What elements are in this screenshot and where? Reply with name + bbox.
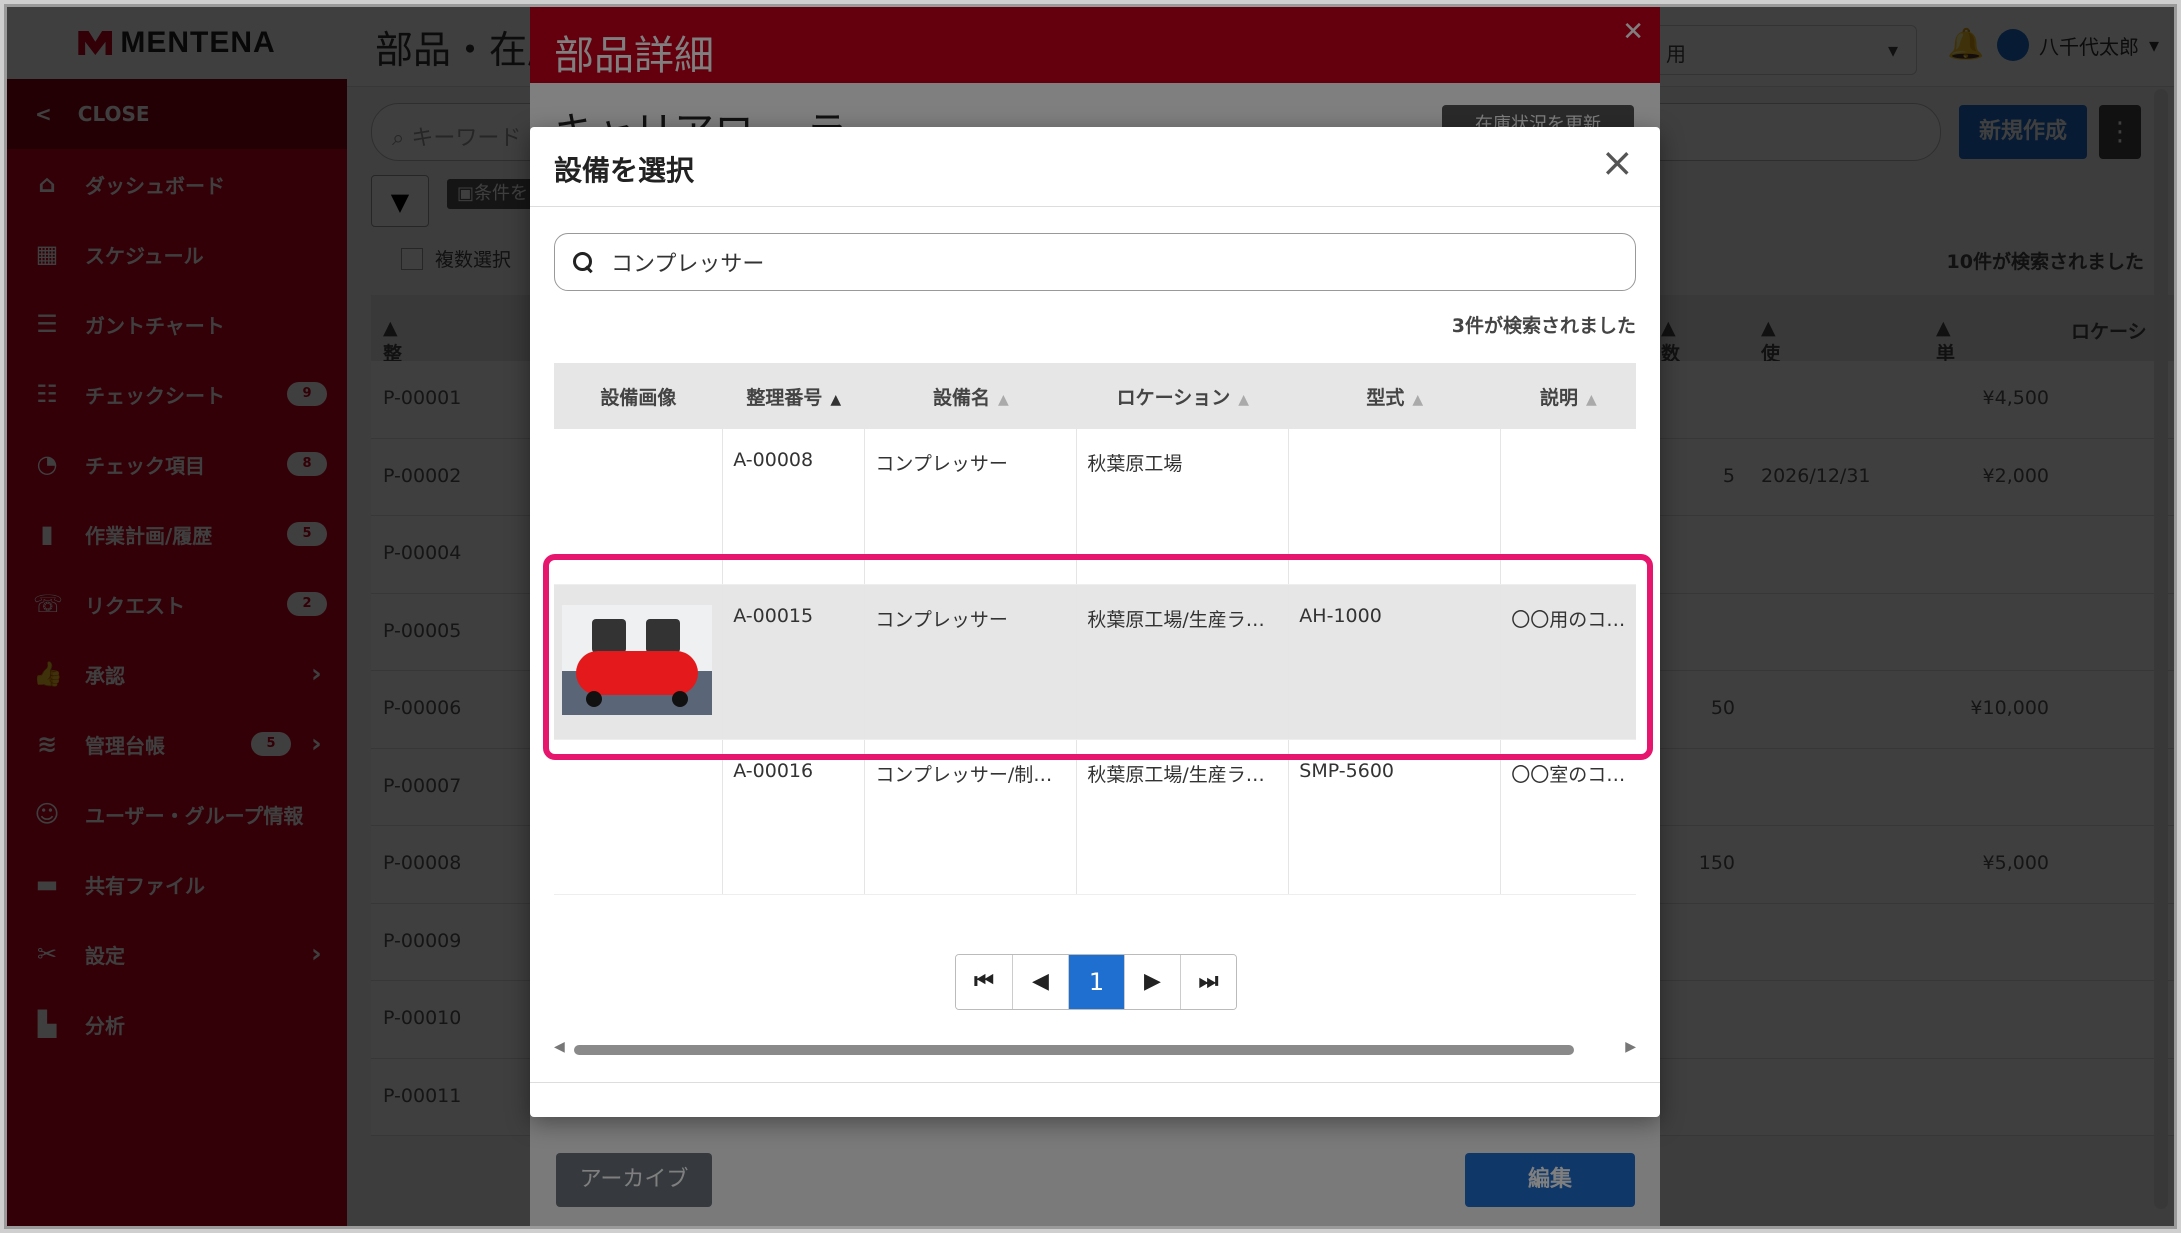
col-equipment-model[interactable]: 型式 ▲ [1288, 363, 1501, 429]
select-modal-title: 設備を選択 [554, 154, 695, 187]
current-page-button[interactable]: 1 [1068, 955, 1124, 1009]
select-result-count: 3件が検索されました [1451, 315, 1636, 337]
cell-image [554, 739, 723, 895]
equipment-search-field[interactable] [611, 249, 1511, 275]
equipment-row[interactable]: A-00016 コンプレッサー/制… 秋葉原工場/生産ラ… SMP-5600 〇〇室のコ… [554, 739, 1636, 895]
compressor-image [562, 604, 712, 715]
col-equipment-desc[interactable]: 説明 ▲ [1500, 363, 1636, 429]
cell-id: A-00008 [722, 429, 865, 585]
close-icon[interactable]: × [1600, 143, 1634, 183]
cell-desc: 〇〇用のコ… [1500, 584, 1636, 740]
cell-model: SMP-5600 [1288, 739, 1501, 895]
cell-desc: 〇〇室のコ… [1500, 739, 1636, 895]
cell-desc [1500, 429, 1636, 585]
prev-page-button[interactable]: ◀ [1012, 955, 1068, 1009]
equipment-search-input[interactable] [554, 233, 1636, 291]
search-icon [571, 250, 595, 274]
pagination: ⏮ ◀ 1 ▶ ⏭ [955, 954, 1237, 1010]
select-modal-footer [530, 1082, 1660, 1083]
equipment-row[interactable]: A-00015 コンプレッサー 秋葉原工場/生産ラ… AH-1000 〇〇用のコ… [554, 584, 1636, 740]
app-window: MENTENA < CLOSE ⌂ダッシュボード▦スケジュール☰ガントチャート☷… [4, 4, 2177, 1229]
cell-name: コンプレッサー/制… [864, 739, 1077, 895]
equipment-row[interactable]: A-00008 コンプレッサー 秋葉原工場 [554, 429, 1636, 585]
scroll-thumb[interactable] [574, 1045, 1574, 1055]
col-equipment-name[interactable]: 設備名 ▲ [864, 363, 1077, 429]
cell-location: 秋葉原工場/生産ラ… [1076, 739, 1289, 895]
scroll-left-icon[interactable]: ◀ [554, 1039, 565, 1055]
col-equipment-image: 設備画像 [554, 363, 723, 429]
cell-name: コンプレッサー [864, 429, 1077, 585]
last-page-button[interactable]: ⏭ [1180, 955, 1236, 1009]
col-equipment-id[interactable]: 整理番号 ▲ [722, 363, 865, 429]
cell-id: A-00015 [722, 584, 865, 740]
cell-image [554, 584, 723, 740]
cell-name: コンプレッサー [864, 584, 1077, 740]
first-page-button[interactable]: ⏮ [956, 955, 1012, 1009]
equipment-table: 設備画像 整理番号 ▲ 設備名 ▲ ロケーション ▲ 型式 ▲ 説明 ▲ A-00008 コ… [554, 363, 1636, 895]
table-horizontal-scrollbar[interactable]: ◀ ▶ [554, 1039, 1636, 1059]
equipment-table-header: 設備画像 整理番号 ▲ 設備名 ▲ ロケーション ▲ 型式 ▲ 説明 ▲ [554, 363, 1636, 429]
cell-location: 秋葉原工場 [1076, 429, 1289, 585]
equipment-select-modal: 設備を選択 × 3件が検索されました 設備画像 整理番号▲ 設備名▲ ロケーショ… [530, 127, 1660, 1117]
scroll-right-icon[interactable]: ▶ [1625, 1039, 1636, 1055]
cell-id: A-00016 [722, 739, 865, 895]
cell-location: 秋葉原工場/生産ラ… [1076, 584, 1289, 740]
col-equipment-location[interactable]: ロケーション ▲ [1076, 363, 1289, 429]
cell-model [1288, 429, 1501, 585]
cell-model: AH-1000 [1288, 584, 1501, 740]
cell-image [554, 429, 723, 585]
select-modal-header: 設備を選択 × [530, 127, 1660, 207]
next-page-button[interactable]: ▶ [1124, 955, 1180, 1009]
